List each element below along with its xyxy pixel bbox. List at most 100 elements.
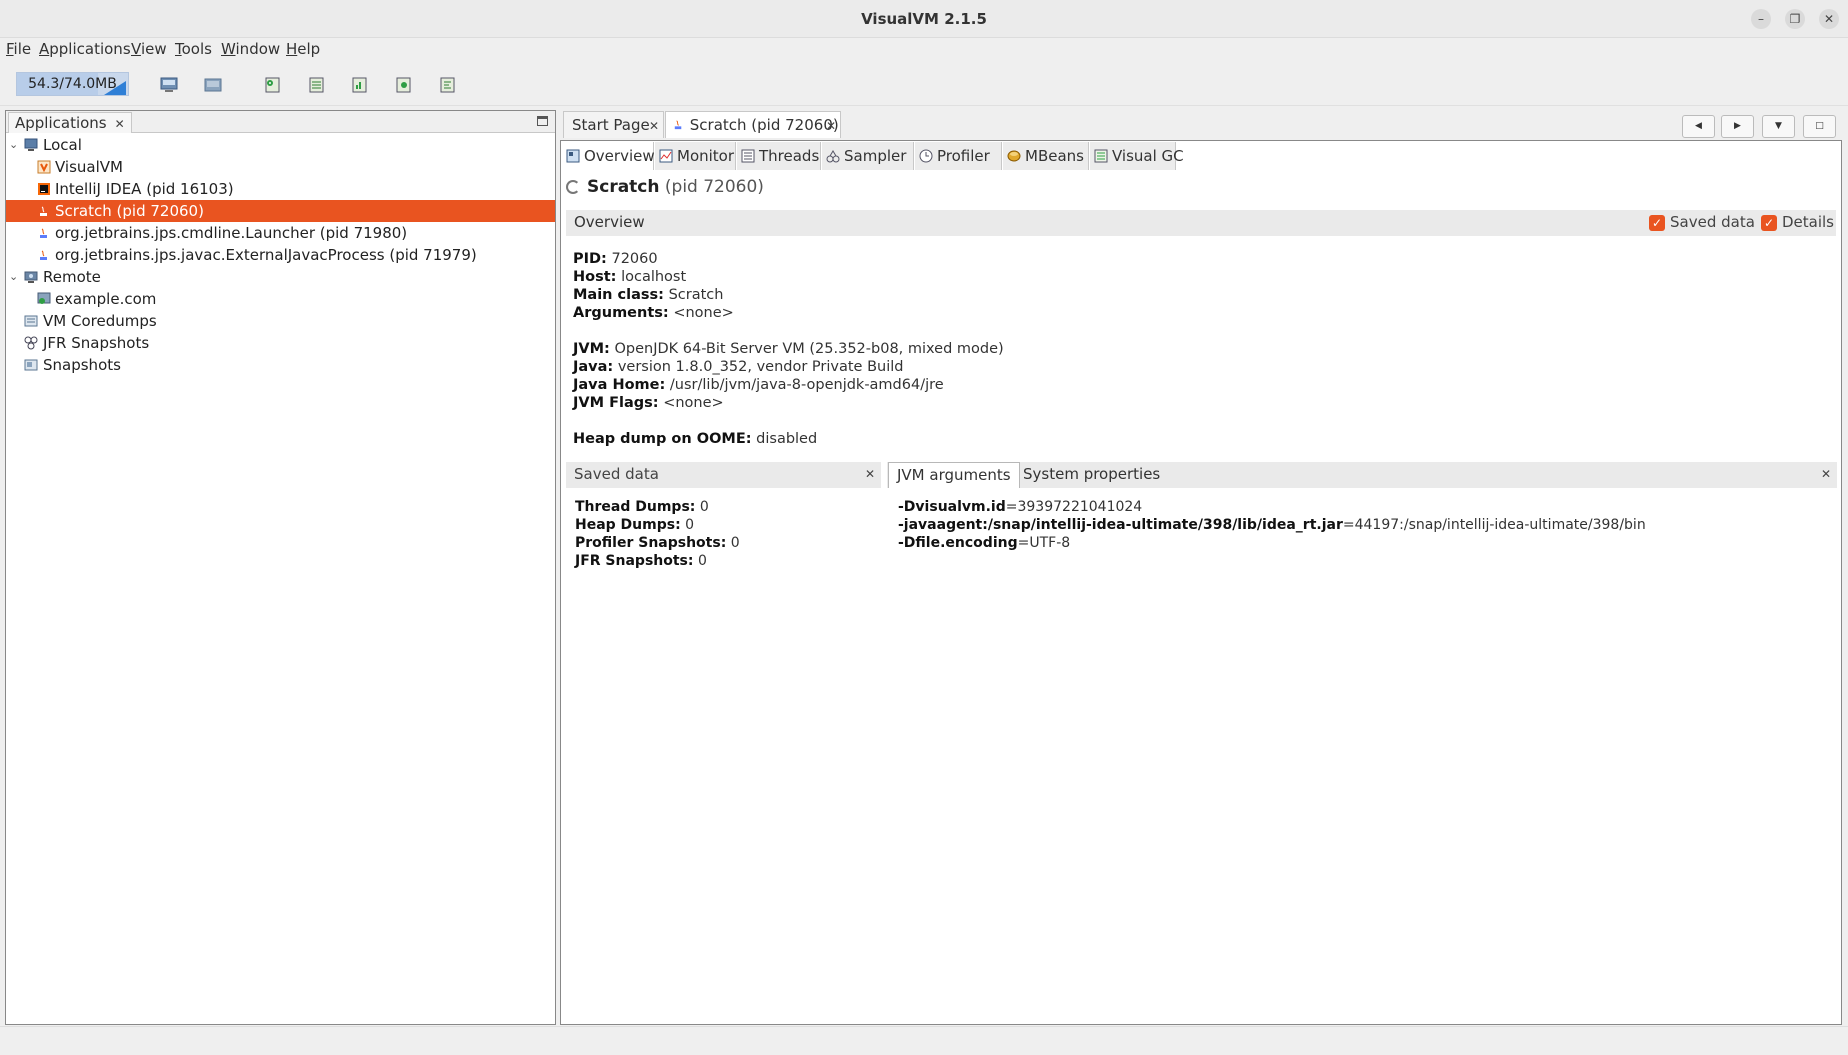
tab-sampler[interactable]: Sampler	[822, 142, 914, 170]
tab-scratch[interactable]: Scratch (pid 72060) ✕	[665, 111, 841, 138]
tab-label: Profiler	[937, 147, 990, 165]
add-jmx-connection-icon[interactable]	[160, 76, 178, 94]
menu-tools[interactable]: Tools	[175, 40, 212, 58]
tree-label: JFR Snapshots	[43, 334, 150, 352]
restore-button[interactable]: ❐	[1785, 9, 1805, 29]
expand-toggle-icon[interactable]: ⌄	[9, 134, 21, 156]
tree-label: org.jetbrains.jps.cmdline.Launcher (pid …	[55, 224, 408, 242]
saved-thread-dumps: Thread Dumps: 0	[575, 499, 709, 515]
menu-bar: File Applications View Tools Window Help	[0, 38, 1848, 62]
tree-label: org.jetbrains.jps.javac.ExternalJavacPro…	[55, 246, 477, 264]
visual-gc-icon	[1094, 149, 1108, 163]
tab-mbeans[interactable]: MBeans	[1003, 142, 1089, 170]
saved-heap-dumps: Heap Dumps: 0	[575, 517, 695, 533]
close-scratch-tab-icon[interactable]: ✕	[826, 113, 836, 139]
threads-icon	[741, 149, 755, 163]
jfr-snapshots-icon	[24, 336, 38, 350]
tab-system-properties[interactable]: System properties	[1015, 462, 1168, 488]
close-window-button[interactable]: ✕	[1819, 9, 1839, 29]
tree-node-example-com[interactable]: example.com	[6, 288, 555, 310]
menu-applications[interactable]: Applications	[39, 40, 131, 58]
mbeans-icon	[1007, 150, 1021, 162]
tree-label: IntelliJ IDEA (pid 16103)	[55, 180, 234, 198]
saved-data-header: Saved data ✕	[566, 462, 881, 488]
menu-window[interactable]: Window	[221, 40, 280, 58]
info-arguments: Arguments: <none>	[573, 305, 734, 321]
memory-indicator[interactable]: 54.3/74.0MB	[16, 72, 129, 96]
visualvm-app-icon	[37, 160, 51, 174]
heap-dump-icon[interactable]	[264, 76, 282, 94]
tree-node-snapshots[interactable]: Snapshots	[6, 354, 555, 376]
tree-node-local[interactable]: ⌄ Local	[6, 134, 555, 156]
saved-data-checkbox-label: Saved data	[1670, 213, 1755, 231]
sampler-icon	[826, 150, 840, 163]
tab-applications-label: Applications	[15, 114, 107, 132]
minimize-button[interactable]: –	[1751, 9, 1771, 29]
applications-tabstrip: Applications ✕	[6, 111, 555, 133]
info-pid: PID: 72060	[573, 251, 658, 267]
info-java-home: Java Home: /usr/lib/jvm/java-8-openjdk-a…	[573, 377, 944, 393]
java-app-icon	[40, 228, 47, 238]
profiler-icon	[919, 149, 933, 163]
menu-help[interactable]: Help	[286, 40, 320, 58]
local-host-icon	[24, 138, 38, 151]
intellij-app-icon	[38, 183, 50, 195]
tab-start-page[interactable]: Start Page ✕	[563, 111, 664, 138]
tab-label: Visual GC	[1112, 147, 1184, 165]
close-saved-data-icon[interactable]: ✕	[865, 467, 875, 481]
toolbar: 54.3/74.0MB	[0, 62, 1848, 106]
tab-overview[interactable]: Overview	[562, 142, 655, 170]
info-java: Java: version 1.8.0_352, vendor Private …	[573, 359, 904, 375]
tab-applications[interactable]: Applications ✕	[8, 112, 132, 133]
tab-list-button[interactable]: ▼	[1762, 115, 1795, 138]
jvm-arg-line: -javaagent:/snap/intellij-idea-ultimate/…	[898, 517, 1646, 533]
tree-node-intellij[interactable]: IntelliJ IDEA (pid 16103)	[6, 178, 555, 200]
tab-label: Threads	[759, 147, 820, 165]
tree-node-visualvm[interactable]: VisualVM	[6, 156, 555, 178]
window-title: VisualVM 2.1.5	[861, 10, 987, 28]
tab-profiler[interactable]: Profiler	[915, 142, 1002, 170]
scroll-tabs-right-button[interactable]: ▶	[1721, 115, 1754, 138]
overview-icon	[566, 149, 580, 163]
tree-node-jps-launcher[interactable]: org.jetbrains.jps.cmdline.Launcher (pid …	[6, 222, 555, 244]
remote-host-icon	[37, 292, 51, 304]
jfr-snapshot-icon[interactable]	[439, 76, 457, 94]
tab-jvm-arguments[interactable]: JVM arguments	[888, 462, 1020, 488]
tree-node-jfr-snapshots[interactable]: JFR Snapshots	[6, 332, 555, 354]
app-pid: (pid 72060)	[664, 177, 764, 197]
tree-node-scratch[interactable]: Scratch (pid 72060)	[6, 200, 555, 222]
info-jvm-flags: JVM Flags: <none>	[573, 395, 724, 411]
info-jvm: JVM: OpenJDK 64-Bit Server VM (25.352-b0…	[573, 341, 1004, 357]
details-checkbox-label: Details	[1782, 213, 1835, 231]
menu-view[interactable]: View	[131, 40, 167, 58]
thread-dump-icon[interactable]	[308, 76, 326, 94]
tree-label: example.com	[55, 290, 157, 308]
close-start-page-icon[interactable]: ✕	[649, 113, 659, 139]
application-snapshot-icon[interactable]	[395, 76, 413, 94]
status-bar	[0, 1026, 1848, 1055]
tab-label: MBeans	[1025, 147, 1084, 165]
scroll-tabs-left-button[interactable]: ◀	[1682, 115, 1715, 138]
info-heap-dump-oome: Heap dump on OOME: disabled	[573, 431, 818, 447]
section-title: Overview	[574, 213, 645, 231]
details-checkbox[interactable]: ✓	[1761, 215, 1777, 231]
tree-label: Remote	[43, 268, 101, 286]
tab-threads[interactable]: Threads	[737, 142, 821, 170]
add-remote-host-icon[interactable]	[204, 76, 222, 94]
saved-data-checkbox[interactable]: ✓	[1649, 215, 1665, 231]
jvm-arg-line: -Dfile.encoding=UTF-8	[898, 535, 1071, 551]
maximize-document-button[interactable]: □	[1803, 115, 1836, 138]
tab-visual-gc[interactable]: Visual GC	[1090, 142, 1184, 170]
tab-monitor[interactable]: Monitor	[655, 142, 736, 170]
close-details-icon[interactable]: ✕	[1821, 467, 1831, 481]
profiler-snapshot-icon[interactable]	[351, 76, 369, 94]
tree-node-jps-javac[interactable]: org.jetbrains.jps.javac.ExternalJavacPro…	[6, 244, 555, 266]
expand-toggle-icon[interactable]: ⌄	[9, 266, 21, 288]
close-applications-tab-icon[interactable]: ✕	[115, 114, 125, 134]
minimize-panel-icon[interactable]	[537, 116, 548, 126]
tree-node-remote[interactable]: ⌄ Remote	[6, 266, 555, 288]
tree-node-vm-coredumps[interactable]: VM Coredumps	[6, 310, 555, 332]
menu-file[interactable]: File	[6, 40, 31, 58]
java-app-icon	[40, 206, 47, 216]
applications-panel: Applications ✕ ⌄ Local VisualVM IntelliJ…	[5, 110, 556, 1025]
